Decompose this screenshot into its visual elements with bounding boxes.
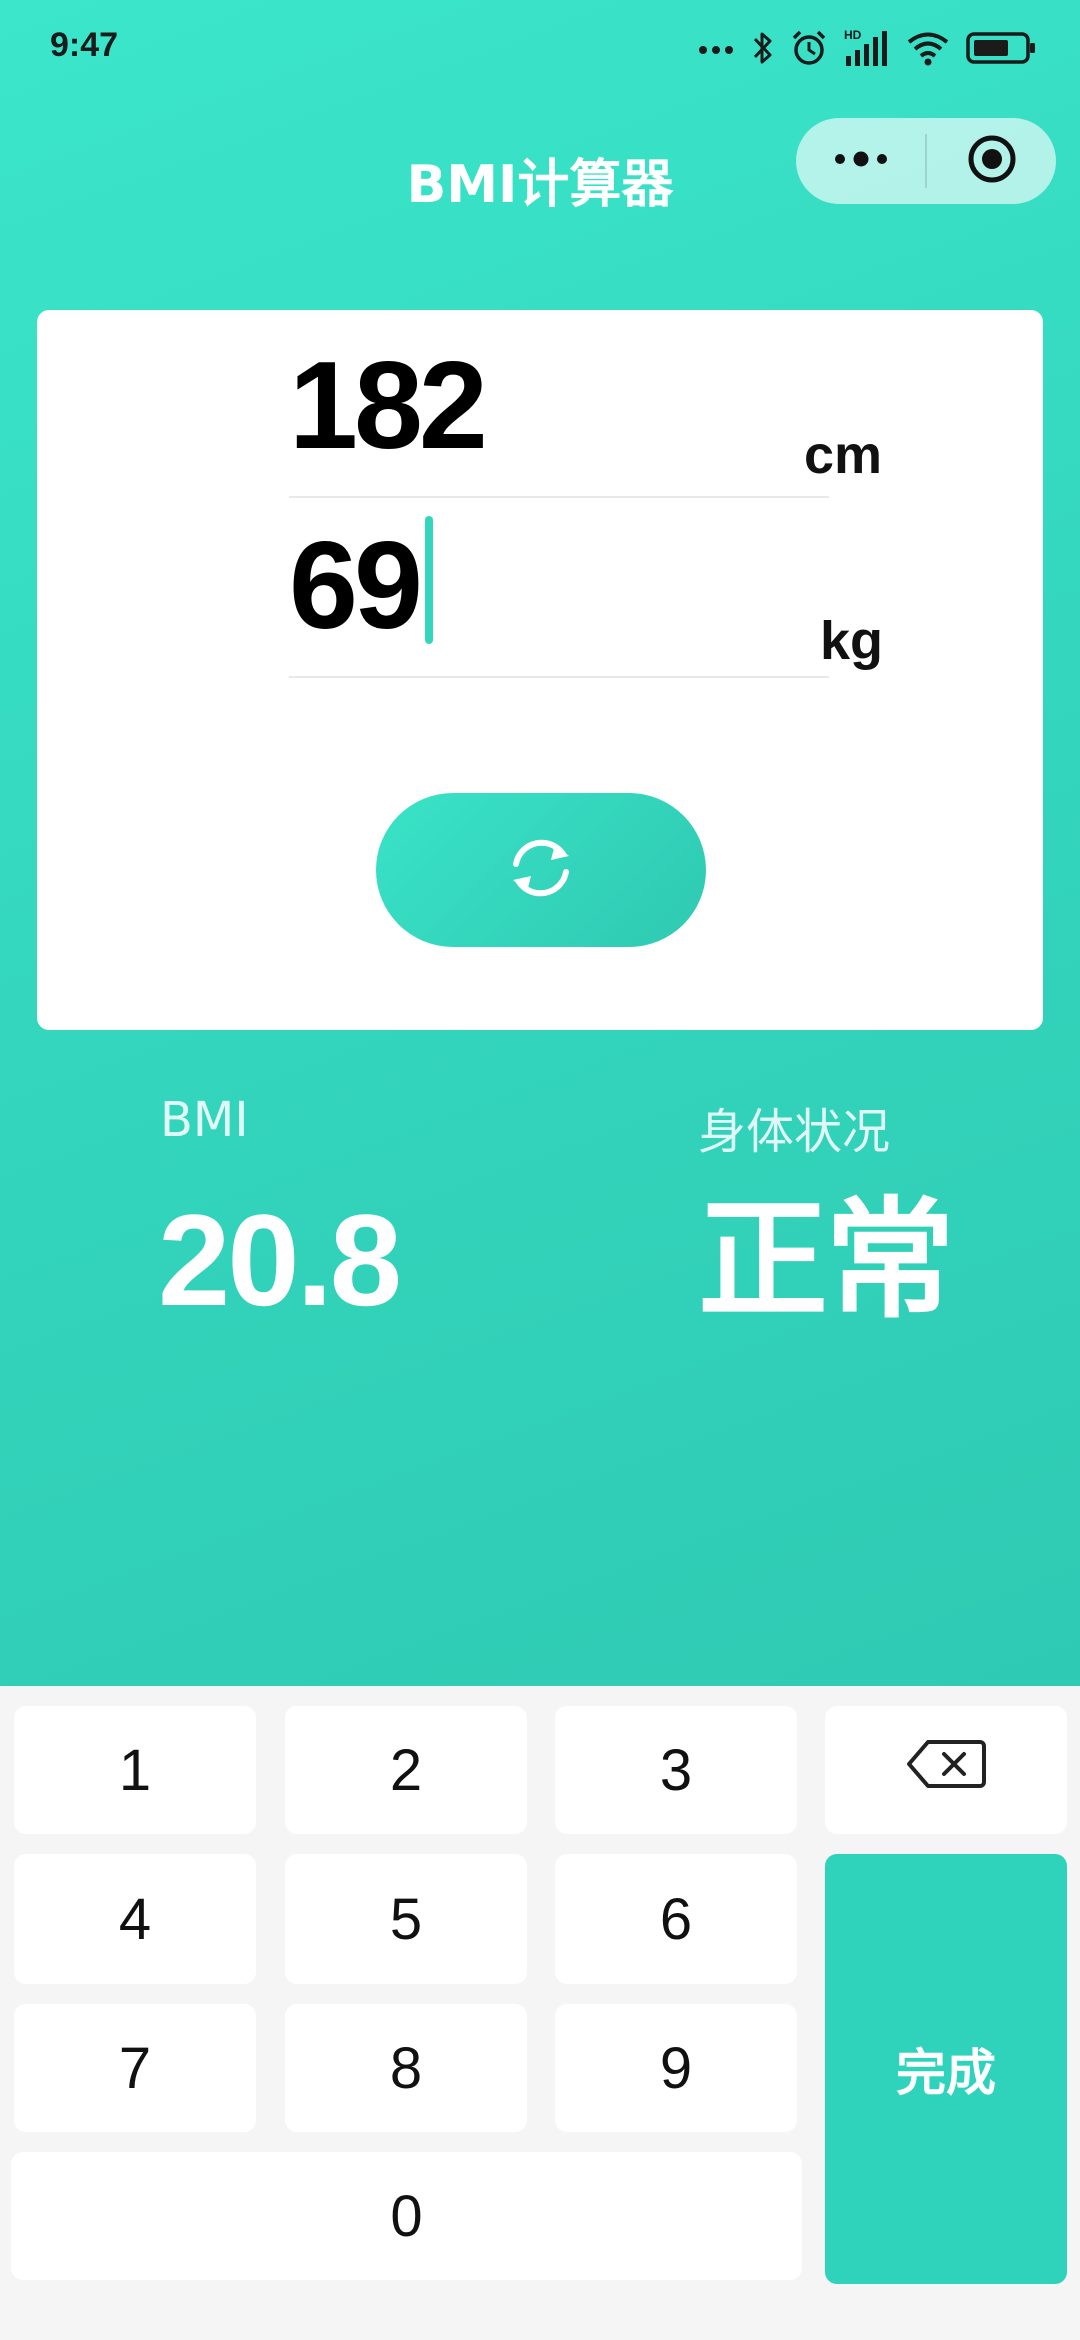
key-6[interactable]: 6 — [555, 1854, 797, 1984]
hd-text: HD — [844, 28, 862, 42]
numeric-keypad: 1 2 3 4 5 6 7 8 9 0 完成 — [0, 1686, 1080, 2340]
capsule-menu — [796, 118, 1056, 204]
more-button[interactable] — [796, 118, 925, 204]
backspace-key[interactable] — [825, 1706, 1067, 1834]
close-button[interactable] — [927, 118, 1056, 204]
app-screen: 9:47 HD BMI计算器 182 cm 69 kg BMI 身体状况 20.… — [0, 0, 1080, 1686]
weight-unit: kg — [820, 611, 884, 671]
input-card: 182 cm 69 kg — [37, 310, 1043, 1030]
wifi-icon — [906, 30, 950, 66]
bluetooth-icon — [752, 29, 774, 67]
text-cursor — [425, 516, 433, 644]
calculate-button[interactable] — [376, 793, 706, 947]
status-time: 9:47 — [50, 26, 119, 64]
hd-signal-icon: HD — [844, 28, 890, 68]
alarm-icon — [790, 29, 828, 67]
status-icons: HD — [698, 26, 1036, 70]
key-5[interactable]: 5 — [285, 1854, 527, 1984]
more-icon — [833, 151, 889, 171]
key-3[interactable]: 3 — [555, 1706, 797, 1834]
weight-input[interactable]: 69 — [289, 524, 423, 648]
done-button[interactable]: 完成 — [825, 1854, 1067, 2284]
refresh-icon — [503, 830, 579, 910]
battery-icon — [966, 31, 1036, 65]
height-unit: cm — [804, 425, 883, 485]
key-4[interactable]: 4 — [14, 1854, 256, 1984]
key-2[interactable]: 2 — [285, 1706, 527, 1834]
key-9[interactable]: 9 — [555, 2004, 797, 2132]
key-0[interactable]: 0 — [11, 2152, 802, 2280]
status-bar: 9:47 HD — [0, 0, 1080, 96]
weight-field[interactable]: 69 — [289, 496, 829, 678]
backspace-icon — [906, 1737, 986, 1804]
key-8[interactable]: 8 — [285, 2004, 527, 2132]
close-target-icon — [967, 134, 1017, 188]
bmi-value: 20.8 — [158, 1187, 402, 1333]
body-status-value: 正常 — [698, 1184, 955, 1336]
height-input[interactable]: 182 — [289, 344, 488, 468]
height-field[interactable]: 182 — [289, 344, 829, 498]
bmi-label: BMI — [160, 1092, 249, 1148]
key-1[interactable]: 1 — [14, 1706, 256, 1834]
key-7[interactable]: 7 — [14, 2004, 256, 2132]
more-dots-icon — [698, 41, 736, 55]
body-status-label: 身体状况 — [698, 1104, 891, 1160]
